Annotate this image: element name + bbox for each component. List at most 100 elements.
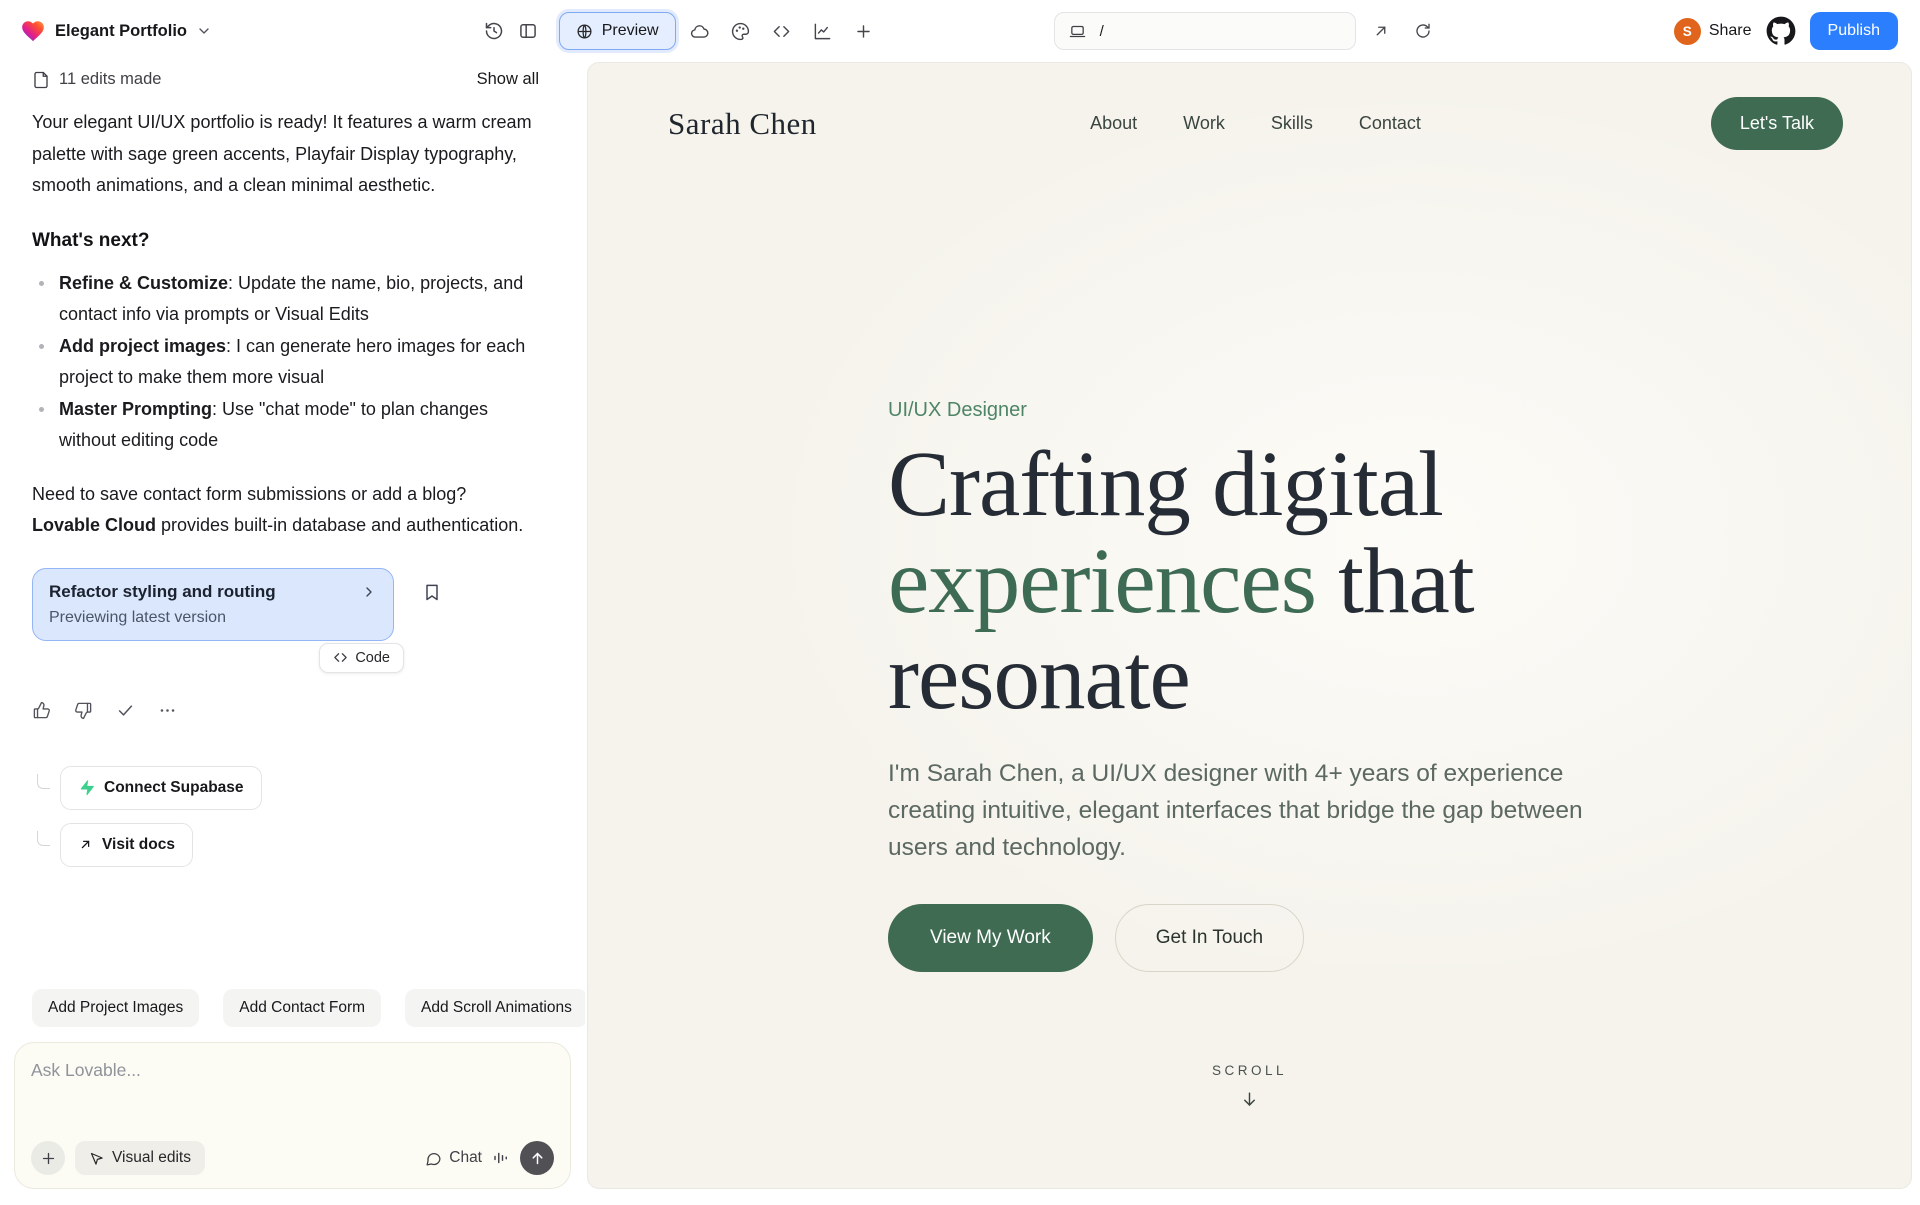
check-icon[interactable] [116,701,135,720]
visual-edits-button[interactable]: Visual edits [75,1141,205,1175]
site-header: Sarah Chen About Work Skills Contact Let… [588,63,1911,150]
share-button[interactable]: S Share [1673,17,1752,45]
code-icon[interactable] [765,14,799,48]
project-name: Elegant Portfolio [55,21,187,40]
bullet-bold: Refine & Customize [59,272,229,293]
open-external-icon[interactable] [1364,14,1398,48]
publish-button[interactable]: Publish [1809,12,1898,50]
voice-input-icon[interactable] [492,1149,510,1167]
bullet-bold: Master Prompting [59,398,213,419]
bullet-dot [39,280,44,286]
chat-mode-label: Chat [449,1149,482,1166]
get-in-touch-button[interactable]: Get In Touch [1114,904,1305,973]
url-path: / [1099,22,1104,40]
chat-bubble-icon [425,1150,442,1167]
hero-heading: Crafting digital experiences that resona… [888,436,1688,730]
preview-button[interactable]: Preview [558,12,676,50]
show-all-button[interactable]: Show all [477,70,539,89]
suggestion-chip[interactable]: Add Scroll Animations [405,989,585,1027]
chat-scroll-area[interactable]: 11 edits made Show all Your elegant UI/U… [0,62,585,989]
url-bar[interactable]: / [1053,12,1356,50]
nav-link-contact[interactable]: Contact [1359,113,1421,134]
assistant-intro: Your elegant UI/UX portfolio is ready! I… [32,112,532,195]
suggestion-chips-row: Add Project Images Add Contact Form Add … [32,989,585,1027]
suggestion-chip[interactable]: Add Contact Form [223,989,382,1027]
attach-plus-icon[interactable] [31,1141,65,1175]
avatar: S [1673,17,1701,45]
lovable-logo-icon [20,18,46,44]
arrow-down-icon [1240,1090,1259,1109]
connect-supabase-row: Connect Supabase [32,765,539,810]
chat-mode-button[interactable]: Chat [425,1149,482,1167]
nav-link-skills[interactable]: Skills [1271,113,1313,134]
tree-connector [37,831,50,846]
version-card-wrap: Refactor styling and routing Previewing … [32,567,438,673]
panel-layout-icon[interactable] [511,14,545,48]
visit-docs-row: Visit docs [32,822,539,867]
hero-section: UI/UX Designer Crafting digital experien… [888,399,1688,973]
thumbs-down-icon[interactable] [74,701,93,720]
whats-next-heading: What's next? [32,229,150,251]
scroll-label: SCROLL [1211,1063,1288,1078]
cloud-note-bold: Lovable Cloud [32,515,157,535]
nav-link-about[interactable]: About [1090,113,1137,134]
chevron-down-icon [196,23,212,39]
thumbs-up-icon[interactable] [32,701,51,720]
edits-icon [32,71,50,89]
mode-toolbar: Preview [558,12,881,50]
version-card-title: Refactor styling and routing [49,581,276,601]
version-card-subtitle: Previewing latest version [49,608,226,626]
composer-toolbar: Visual edits Chat [31,1141,554,1175]
hero-bio: I'm Sarah Chen, a UI/UX designer with 4+… [888,760,1583,862]
chevron-right-icon [361,584,377,600]
device-icon [1069,23,1086,40]
refresh-icon[interactable] [1406,14,1440,48]
connect-supabase-button[interactable]: Connect Supabase [60,765,262,810]
composer: Visual edits Chat [14,1042,571,1189]
cloud-note-text: provides built-in database and authentic… [156,515,524,535]
project-switcher[interactable]: Elegant Portfolio [20,18,212,44]
hero-eyebrow: UI/UX Designer [888,399,1027,421]
hero-cta-row: View My Work Get In Touch [888,904,1688,973]
supabase-icon [78,779,95,796]
preview-label: Preview [601,22,659,39]
topbar-right: S Share Publish [1673,12,1898,50]
code-icon [333,650,348,665]
github-icon[interactable] [1766,16,1796,46]
analytics-chart-icon[interactable] [806,14,840,48]
visit-docs-button[interactable]: Visit docs [60,822,193,867]
heading-accent: experiences [888,529,1317,633]
url-group: / [1053,12,1440,50]
bookmark-icon[interactable] [422,582,442,602]
edits-summary: 11 edits made [59,70,162,88]
suggestion-chip[interactable]: Add Project Images [32,989,200,1027]
version-card[interactable]: Refactor styling and routing Previewing … [32,567,394,641]
visit-docs-label: Visit docs [102,835,175,853]
nav-link-work[interactable]: Work [1183,113,1225,134]
next-steps-list: Refine & Customize: Update the name, bio… [32,268,539,457]
view-my-work-button[interactable]: View My Work [888,904,1093,973]
more-options-icon[interactable] [158,701,177,720]
visual-edits-label: Visual edits [112,1149,191,1166]
heading-line1: Crafting digital [888,433,1444,536]
composer-input[interactable] [31,1060,554,1081]
code-chip-button[interactable]: Code [319,642,404,673]
palette-icon[interactable] [724,14,758,48]
lets-talk-button[interactable]: Let's Talk [1710,97,1843,150]
tree-connector [37,774,50,789]
external-link-icon [78,837,93,852]
history-icon[interactable] [477,14,511,48]
cloud-icon[interactable] [683,14,717,48]
heading-line3: resonate [888,626,1191,730]
send-button[interactable] [520,1141,554,1175]
add-tab-icon[interactable] [847,14,881,48]
connect-supabase-label: Connect Supabase [104,778,244,796]
bullet-bold: Add project images [59,335,227,356]
globe-icon [576,23,593,40]
cloud-note: Need to save contact form submissions or… [32,479,539,542]
heading-line2-rest: that [1315,529,1474,633]
visual-edits-icon [89,1151,104,1166]
list-item: Refine & Customize: Update the name, bio… [32,268,539,331]
list-item: Master Prompting: Use "chat mode" to pla… [32,394,539,457]
site-nav: About Work Skills Contact [1090,113,1421,134]
